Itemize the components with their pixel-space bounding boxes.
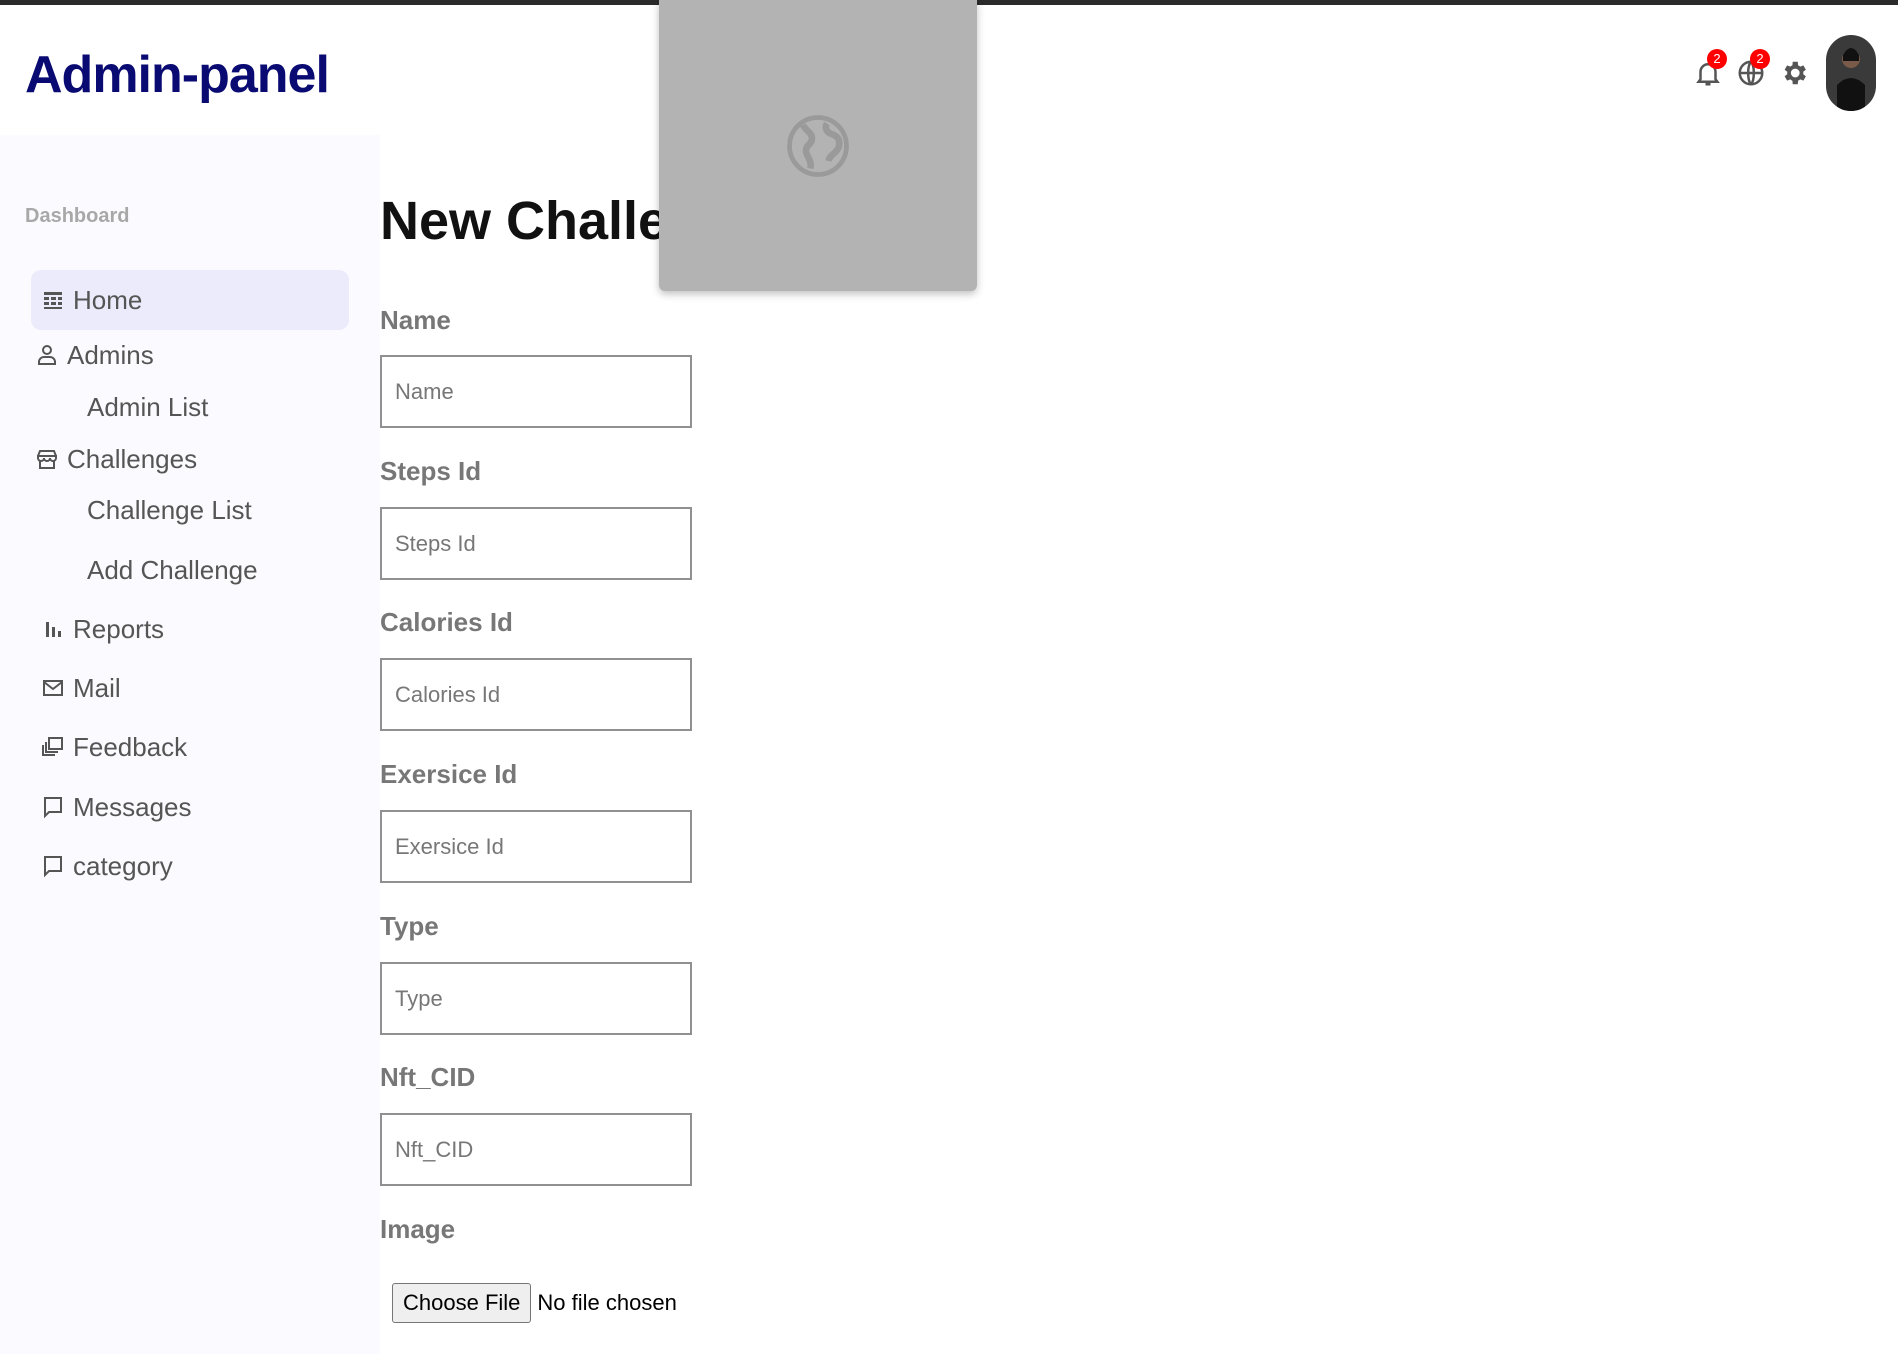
- choose-file-button[interactable]: Choose File: [392, 1283, 532, 1323]
- settings-button[interactable]: [1775, 53, 1813, 93]
- sidebar-item-mail[interactable]: Mail: [31, 658, 349, 718]
- sidebar-item-category[interactable]: category: [31, 836, 349, 896]
- sidebar-item-challenges[interactable]: Challenges: [25, 429, 343, 489]
- sidebar-section-dashboard: Dashboard: [25, 205, 130, 227]
- sidebar-item-messages[interactable]: Messages: [31, 777, 349, 837]
- sidebar-item-home[interactable]: Home: [31, 270, 349, 330]
- sidebar-item-reports[interactable]: Reports: [31, 599, 349, 659]
- sidebar-item-label: Reports: [73, 613, 165, 644]
- person-icon: [33, 341, 61, 369]
- sidebar-item-label: category: [73, 850, 173, 881]
- type-label: Type: [380, 911, 439, 941]
- main-content: New Challenge Name Steps Id Calories Id …: [380, 135, 1898, 1354]
- sidebar-item-label: Home: [73, 284, 143, 315]
- exersice-id-label: Exersice Id: [380, 759, 518, 789]
- app-logo[interactable]: Admin-panel: [25, 45, 330, 105]
- sidebar-item-label: Mail: [73, 672, 121, 703]
- store-icon: [33, 445, 61, 473]
- feedback-icon: [39, 733, 67, 761]
- steps-id-label: Steps Id: [380, 456, 482, 486]
- sidebar-item-feedback[interactable]: Feedback: [31, 717, 349, 777]
- notifications-button[interactable]: 2: [1689, 49, 1727, 93]
- steps-id-input[interactable]: [380, 507, 692, 580]
- sidebar-subitem-challenge-list[interactable]: Challenge List: [87, 495, 252, 526]
- bar-chart-icon: [39, 615, 67, 643]
- nft-cid-input[interactable]: [380, 1113, 692, 1186]
- name-input[interactable]: [380, 355, 692, 428]
- language-button[interactable]: 2: [1732, 49, 1770, 93]
- calories-id-input[interactable]: [380, 658, 692, 731]
- drag-image-overlay: [659, 0, 977, 291]
- sidebar-item-label: Admins: [67, 339, 154, 370]
- dashboard-icon: [39, 286, 67, 314]
- sidebar-subitem-add-challenge[interactable]: Add Challenge: [87, 555, 258, 586]
- user-photo-icon: [1826, 35, 1876, 111]
- notifications-badge: 2: [1707, 49, 1727, 69]
- file-status-text: No file chosen: [537, 1290, 677, 1315]
- exersice-id-input[interactable]: [380, 810, 692, 883]
- calories-id-label: Calories Id: [380, 607, 513, 637]
- sidebar-item-admins[interactable]: Admins: [25, 325, 343, 385]
- type-input[interactable]: [380, 962, 692, 1035]
- avatar[interactable]: [1826, 35, 1876, 111]
- topbar-icons: 2 2: [1689, 33, 1876, 113]
- globe-placeholder-icon: [787, 114, 849, 177]
- nft-cid-label: Nft_CID: [380, 1062, 476, 1092]
- sidebar: Dashboard Home Admins Admin List Challen…: [0, 135, 380, 1354]
- mail-icon: [39, 674, 67, 702]
- gear-icon: [1784, 61, 1806, 85]
- image-file-input: Choose File No file chosen: [392, 1283, 677, 1323]
- chat-icon: [39, 793, 67, 821]
- image-label: Image: [380, 1214, 456, 1244]
- sidebar-item-label: Feedback: [73, 731, 188, 762]
- chat-icon: [39, 852, 67, 880]
- sidebar-item-label: Challenges: [67, 443, 198, 474]
- name-label: Name: [380, 305, 451, 335]
- sidebar-subitem-admin-list[interactable]: Admin List: [87, 392, 208, 423]
- sidebar-item-label: Messages: [73, 791, 192, 822]
- language-badge: 2: [1750, 49, 1770, 69]
